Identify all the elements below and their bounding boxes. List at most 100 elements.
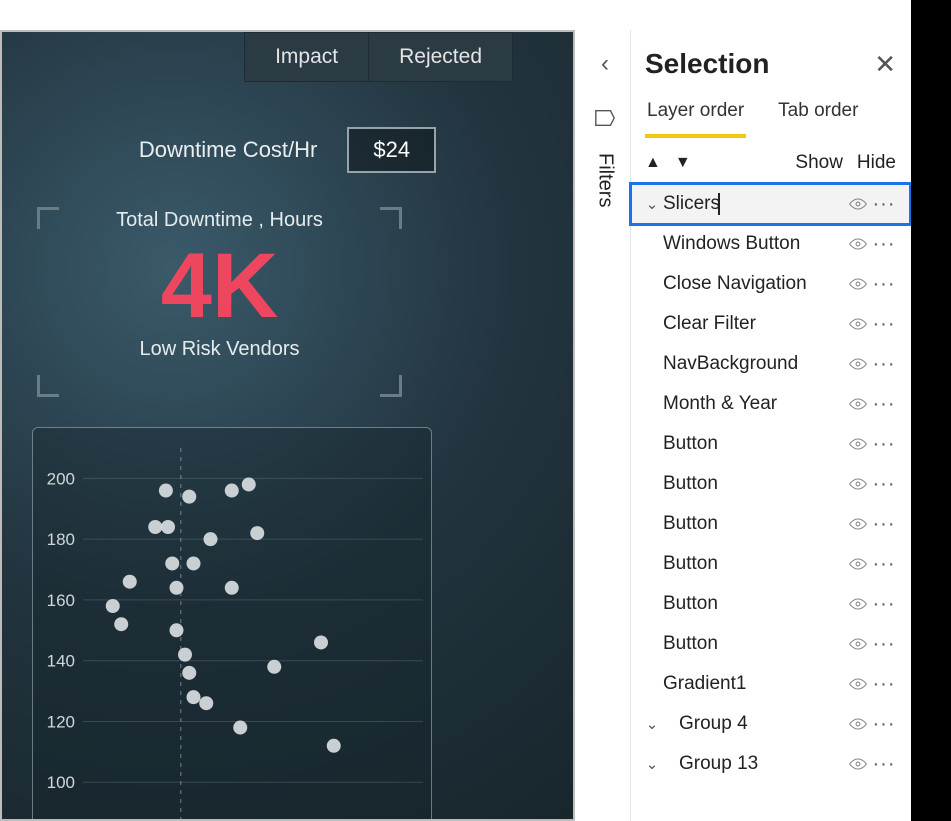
svg-text:200: 200 [47, 469, 75, 488]
tab-impact[interactable]: Impact [244, 32, 369, 82]
visibility-eye-icon[interactable] [848, 677, 872, 691]
more-options-icon[interactable]: ··· [872, 393, 896, 416]
order-tabs: Layer order Tab order [631, 92, 910, 138]
layer-item-label: Slicers [663, 193, 848, 215]
move-up-button[interactable]: ▲ [645, 154, 661, 172]
layer-item-label: Gradient1 [663, 673, 848, 695]
close-icon[interactable]: ✕ [874, 49, 896, 80]
bookmark-icon[interactable] [580, 108, 630, 133]
kpi-value: 4K [37, 240, 402, 332]
expand-filters-button[interactable]: ‹ [580, 50, 630, 78]
selection-pane: Selection ✕ Layer order Tab order ▲ ▼ Sh… [630, 30, 910, 821]
kpi-subtitle: Low Risk Vendors [37, 338, 402, 361]
layer-item-windows-button[interactable]: Windows Button ··· [631, 224, 910, 264]
overflow-strip [911, 0, 951, 821]
svg-text:180: 180 [47, 530, 75, 549]
chevron-down-icon[interactable]: ⌄ [641, 715, 663, 733]
layer-item-group-4[interactable]: ⌄Group 4··· [631, 704, 910, 744]
more-options-icon[interactable]: ··· [872, 673, 896, 696]
more-options-icon[interactable]: ··· [872, 593, 896, 616]
layer-item-button[interactable]: Button ··· [631, 504, 910, 544]
corner-decor [37, 207, 59, 229]
tab-rejected[interactable]: Rejected [369, 32, 513, 82]
more-options-icon[interactable]: ··· [872, 273, 896, 296]
layer-item-navbackground[interactable]: NavBackground ··· [631, 344, 910, 384]
layer-item-clear-filter[interactable]: Clear Filter ··· [631, 304, 910, 344]
tab-tab-order[interactable]: Tab order [776, 92, 860, 138]
layer-item-label: Clear Filter [663, 313, 848, 335]
more-options-icon[interactable]: ··· [872, 433, 896, 456]
tab-layer-order[interactable]: Layer order [645, 92, 746, 138]
layer-item-close-navigation[interactable]: Close Navigation ··· [631, 264, 910, 304]
more-options-icon[interactable]: ··· [872, 233, 896, 256]
downtime-cost-value[interactable]: $24 [347, 127, 436, 173]
visibility-eye-icon[interactable] [848, 597, 872, 611]
more-options-icon[interactable]: ··· [872, 513, 896, 536]
scatter-chart[interactable]: 100120140160180200 [32, 427, 432, 821]
layer-item-button[interactable]: Button ··· [631, 624, 910, 664]
layer-list: ⌄Slicers···Windows Button···Close Naviga… [631, 184, 910, 784]
visibility-eye-icon[interactable] [848, 557, 872, 571]
layer-item-label: Windows Button [663, 233, 848, 255]
visibility-eye-icon[interactable] [848, 397, 872, 411]
layer-item-label: Close Navigation [663, 273, 848, 295]
layer-item-label: Button [663, 593, 848, 615]
show-button[interactable]: Show [795, 152, 843, 174]
corner-decor [380, 375, 402, 397]
hide-button[interactable]: Hide [857, 152, 896, 174]
layer-item-label: Button [663, 633, 848, 655]
chevron-down-icon[interactable]: ⌄ [641, 195, 663, 213]
visibility-eye-icon[interactable] [848, 717, 872, 731]
more-options-icon[interactable]: ··· [872, 313, 896, 336]
selection-pane-title: Selection [645, 48, 769, 80]
report-canvas: Impact Rejected Downtime Cost/Hr $24 Tot… [0, 30, 575, 821]
visibility-eye-icon[interactable] [848, 637, 872, 651]
chevron-down-icon[interactable]: ⌄ [641, 755, 663, 773]
layer-item-gradient1[interactable]: Gradient1 ··· [631, 664, 910, 704]
more-options-icon[interactable]: ··· [872, 713, 896, 736]
svg-text:160: 160 [47, 591, 75, 610]
dashboard-tab-row: Impact Rejected [244, 32, 513, 82]
visibility-eye-icon[interactable] [848, 477, 872, 491]
layer-item-button[interactable]: Button ··· [631, 584, 910, 624]
layer-item-label: Button [663, 473, 848, 495]
layer-item-label: Button [663, 513, 848, 535]
visibility-eye-icon[interactable] [848, 277, 872, 291]
layer-item-label: Button [663, 433, 848, 455]
layer-item-label: NavBackground [663, 353, 848, 375]
visibility-eye-icon[interactable] [848, 517, 872, 531]
text-cursor [718, 193, 720, 215]
layer-item-group-13[interactable]: ⌄ Group 13 ··· [631, 744, 910, 784]
visibility-eye-icon[interactable] [848, 317, 872, 331]
downtime-cost-label: Downtime Cost/Hr [139, 137, 317, 163]
layer-item-button[interactable]: Button ··· [631, 424, 910, 464]
layer-item-slicers[interactable]: ⌄Slicers ··· [631, 184, 910, 224]
svg-text:100: 100 [47, 773, 75, 792]
visibility-eye-icon[interactable] [848, 437, 872, 451]
move-down-button[interactable]: ▼ [675, 154, 691, 172]
cost-row: Downtime Cost/Hr $24 [2, 127, 573, 173]
layer-item-button[interactable]: Button ··· [631, 464, 910, 504]
kpi-title: Total Downtime , Hours [37, 209, 402, 232]
selection-pane-header: Selection ✕ [631, 30, 910, 92]
layer-item-label: Group 13 [679, 753, 848, 775]
more-options-icon[interactable]: ··· [872, 473, 896, 496]
corner-decor [37, 375, 59, 397]
layer-item-month-year[interactable]: Month & Year ··· [631, 384, 910, 424]
more-options-icon[interactable]: ··· [872, 353, 896, 376]
visibility-eye-icon[interactable] [848, 757, 872, 771]
more-options-icon[interactable]: ··· [872, 193, 896, 216]
layer-item-button[interactable]: Button··· [631, 544, 910, 584]
more-options-icon[interactable]: ··· [872, 753, 896, 776]
svg-text:140: 140 [47, 652, 75, 671]
more-options-icon[interactable]: ··· [872, 633, 896, 656]
visibility-eye-icon[interactable] [848, 197, 872, 211]
visibility-eye-icon[interactable] [848, 357, 872, 371]
filters-label[interactable]: Filters [594, 153, 617, 207]
kpi-card: Total Downtime , Hours 4K Low Risk Vendo… [37, 207, 402, 397]
layer-item-label: Month & Year [663, 393, 848, 415]
visibility-eye-icon[interactable] [848, 237, 872, 251]
filters-pane-collapsed: ‹ Filters [580, 40, 630, 240]
scatter-y-axis-title: owntime (Hours) [0, 677, 2, 809]
more-options-icon[interactable]: ··· [872, 553, 896, 576]
